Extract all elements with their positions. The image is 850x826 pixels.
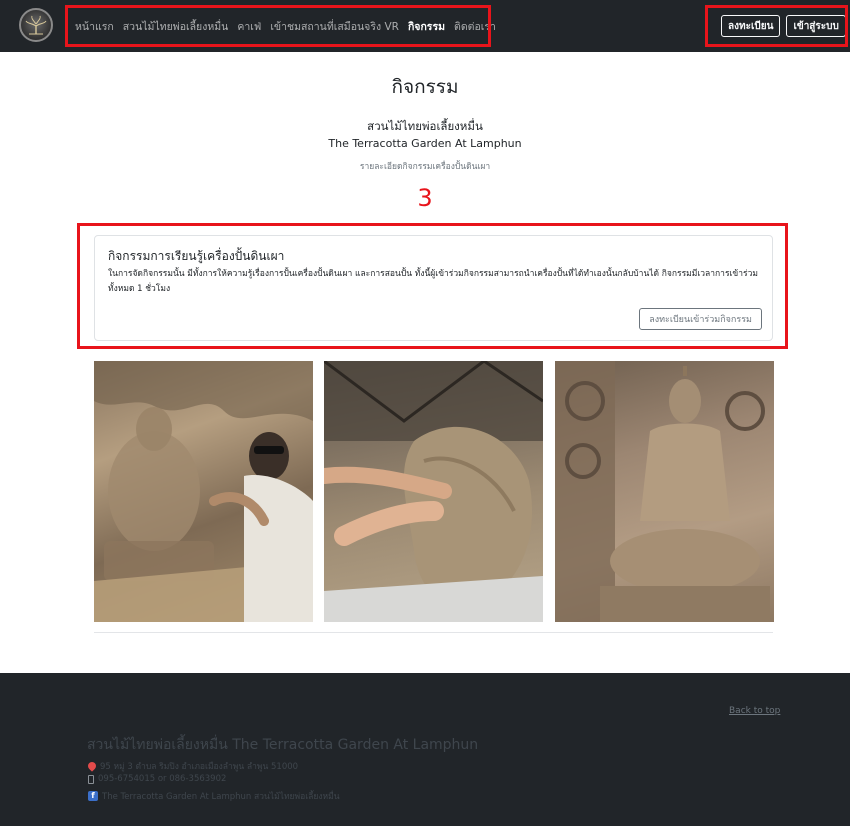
footer: Back to top สวนไม้ไทยพ่อเลี้ยงหมื่น The …: [0, 673, 850, 826]
back-to-top-link[interactable]: Back to top: [729, 706, 780, 716]
facebook-icon: f: [88, 791, 98, 801]
phone-icon: [88, 774, 94, 784]
footer-phone: 095-6754015 or 086-3563902: [88, 774, 226, 784]
activity-description: ในการจัดกิจกรรมนั้น มีทั้งการให้ความรู้เ…: [108, 269, 758, 294]
content-divider: [94, 632, 773, 633]
activity-photo-3: [555, 361, 774, 622]
footer-phone-text: 095-6754015 or 086-3563902: [98, 774, 227, 784]
activity-photo-1: [94, 361, 313, 622]
footer-address: 95 หมู่ 3 ตำบล ริมปิง อำเภอเมืองลำพูน ลำ…: [86, 759, 299, 773]
activity-title: กิจกรรมการเรียนรู้เครื่องปั้นดินเผา: [108, 249, 285, 263]
garden-name-th: สวนไม้ไทยพ่อเลี้ยงหมื่น: [367, 119, 483, 133]
activity-photo-2: [324, 361, 543, 622]
tree-logo-icon: [25, 15, 47, 35]
activity-register-button[interactable]: ลงทะเบียนเข้าร่วมกิจกรรม: [639, 308, 762, 330]
map-pin-icon: [86, 760, 98, 772]
footer-facebook-text[interactable]: The Terracotta Garden At Lamphun สวนไม้ไ…: [102, 789, 340, 803]
annotation-highlight-nav: [65, 5, 491, 47]
activity-card: กิจกรรมการเรียนรู้เครื่องปั้นดินเผา ในกา…: [94, 235, 773, 341]
footer-title: สวนไม้ไทยพ่อเลี้ยงหมื่น The Terracotta G…: [87, 737, 479, 753]
site-logo[interactable]: [19, 8, 53, 42]
annotation-highlight-auth: [705, 5, 848, 47]
page-subtitle: รายละเอียดกิจกรรมเครื่องปั้นดินเผา: [359, 162, 491, 172]
footer-address-text: 95 หมู่ 3 ตำบล ริมปิง อำเภอเมืองลำพูน ลำ…: [100, 762, 299, 772]
footer-facebook[interactable]: f The Terracotta Garden At Lamphun สวนไม…: [88, 789, 340, 803]
page-title: กิจกรรม: [391, 76, 459, 98]
garden-name-en: The Terracotta Garden At Lamphun: [328, 137, 522, 150]
annotation-number: 3: [417, 184, 433, 212]
